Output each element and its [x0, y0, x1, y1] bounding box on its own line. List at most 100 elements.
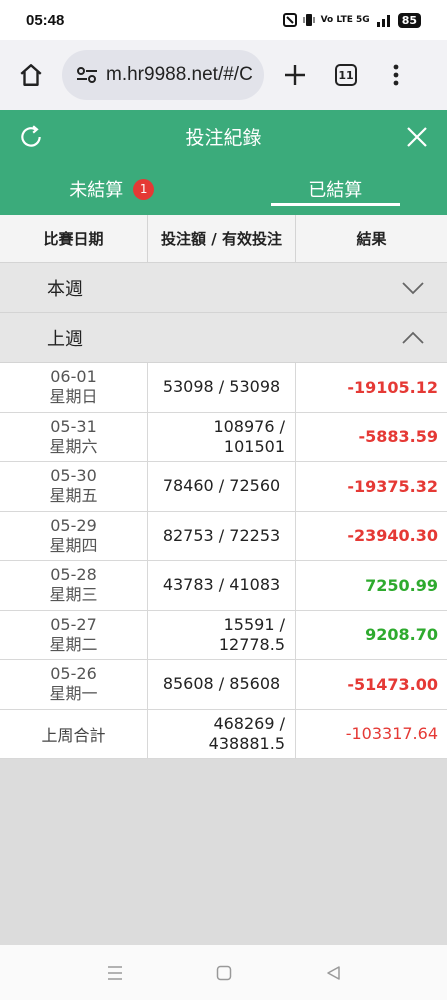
home-button[interactable]	[0, 40, 62, 110]
result-cell: -23940.30	[347, 526, 438, 546]
date-cell: 06-01 星期日	[0, 363, 148, 412]
date-cell: 05-26 星期一	[0, 660, 148, 709]
result-cell: -5883.59	[358, 427, 438, 447]
refresh-button[interactable]	[18, 124, 44, 150]
column-header-bet: 投注額 / 有效投注	[148, 215, 296, 262]
active-tab-indicator	[270, 203, 400, 206]
browser-toolbar: m.hr9988.net/#/C 11	[0, 40, 447, 110]
signal-icon	[376, 15, 390, 27]
row-bet-line2: 12778.5	[218, 634, 285, 654]
total-bet-line1: 468269 /	[213, 713, 285, 733]
row-date: 05-26	[50, 664, 97, 684]
tab-settled-label: 已結算	[308, 180, 363, 201]
row-weekday: 星期三	[49, 585, 98, 605]
chevron-down-icon	[402, 281, 424, 294]
table-row: 06-01 星期日 53098 / 53098 -19105.12	[0, 363, 447, 413]
back-nav-button[interactable]	[325, 965, 341, 981]
date-cell: 05-30 星期五	[0, 462, 148, 511]
close-button[interactable]	[405, 125, 429, 149]
row-weekday: 星期二	[49, 634, 98, 654]
result-cell: -19105.12	[347, 377, 438, 397]
app-header: 投注紀錄	[0, 110, 447, 163]
menu-icon	[108, 965, 123, 980]
row-weekday: 星期六	[49, 436, 98, 456]
plus-icon	[285, 65, 305, 85]
nfc-icon	[282, 13, 297, 27]
vibrate-icon	[303, 14, 315, 26]
settled-bets-table: 06-01 星期日 53098 / 53098 -19105.12 05-31 星期…	[0, 363, 447, 759]
this-week-section[interactable]: 本週	[0, 263, 447, 313]
table-row: 05-27 星期二 15591 /12778.5 9208.70	[0, 610, 447, 660]
total-label: 上周合計	[41, 725, 106, 745]
table-row: 05-29 星期四 82753 / 72253 -23940.30	[0, 511, 447, 561]
row-weekday: 星期五	[49, 486, 98, 506]
column-header-date: 比賽日期	[0, 215, 148, 262]
bet-cell: 108976 /101501	[148, 412, 296, 461]
row-date: 05-31	[50, 416, 97, 436]
this-week-label: 本週	[47, 278, 83, 300]
close-icon	[407, 126, 427, 147]
chevron-up-icon	[402, 331, 424, 344]
row-date: 05-27	[50, 614, 97, 634]
url-bar[interactable]: m.hr9988.net/#/C	[62, 50, 264, 100]
bet-cell: 85608 / 85608	[148, 660, 296, 709]
home-nav-button[interactable]	[216, 965, 232, 981]
browser-menu-button[interactable]	[366, 40, 426, 110]
table-row: 05-28 星期三 43783 / 41083 7250.99	[0, 561, 447, 611]
row-bet: 53098 / 53098	[162, 377, 281, 397]
table-row: 05-30 星期五 78460 / 72560 -19375.32	[0, 462, 447, 512]
row-weekday: 星期日	[49, 387, 98, 407]
bet-cell: 82753 / 72253	[148, 511, 296, 560]
row-bet-line2: 101501	[223, 436, 285, 456]
unsettled-count-badge: 1	[133, 178, 155, 200]
table-row: 05-31 星期六 108976 /101501 -5883.59	[0, 412, 447, 462]
status-icons: Vo LTE 5G 85	[282, 12, 421, 28]
last-week-section[interactable]: 上週	[0, 313, 447, 363]
result-cell: -51473.00	[347, 674, 438, 694]
tab-switcher-button[interactable]: 11	[326, 40, 366, 110]
result-cell: 7250.99	[365, 575, 438, 595]
tab-count: 11	[335, 64, 357, 86]
battery-level: 85	[397, 12, 421, 28]
row-date: 06-01	[50, 367, 97, 387]
new-tab-button[interactable]	[264, 40, 326, 110]
total-label-cell: 上周合計	[0, 709, 148, 758]
result-cell: -19375.32	[347, 476, 438, 496]
tab-settled[interactable]: 已結算	[224, 163, 447, 215]
row-bet: 82753 / 72253	[162, 525, 281, 545]
total-row: 上周合計 468269 /438881.5 -103317.64	[0, 709, 447, 759]
refresh-icon	[21, 124, 41, 147]
row-bet: 85608 / 85608	[162, 674, 281, 694]
home-icon	[20, 64, 42, 86]
more-vert-icon	[393, 64, 399, 86]
date-cell: 05-31 星期六	[0, 412, 148, 461]
recent-apps-button[interactable]	[106, 965, 124, 981]
table-row: 05-26 星期一 85608 / 85608 -51473.00	[0, 660, 447, 710]
row-bet-line1: 108976 /	[213, 416, 285, 436]
bet-cell: 53098 / 53098	[148, 363, 296, 412]
tab-unsettled-label: 未結算	[69, 180, 124, 201]
result-cell: 9208.70	[365, 625, 438, 645]
system-navigation-bar	[0, 945, 447, 1000]
date-cell: 05-28 星期三	[0, 561, 148, 610]
total-bet-line2: 438881.5	[208, 733, 285, 753]
status-time: 05:48	[26, 11, 65, 29]
page-title: 投注紀錄	[185, 127, 262, 149]
last-week-label: 上週	[47, 328, 83, 350]
url-text: m.hr9988.net/#/C	[106, 64, 253, 85]
row-weekday: 星期四	[49, 535, 98, 555]
column-header-result: 結果	[356, 230, 387, 248]
row-date: 05-29	[50, 515, 97, 535]
bet-cell: 15591 /12778.5	[148, 610, 296, 659]
total-bet-cell: 468269 /438881.5	[148, 709, 296, 758]
tab-unsettled[interactable]: 未結算 1	[0, 163, 224, 215]
site-settings-icon[interactable]	[76, 67, 98, 83]
table-header: 比賽日期 投注額 / 有效投注 結果	[0, 215, 447, 263]
row-bet: 43783 / 41083	[162, 575, 281, 595]
date-cell: 05-27 星期二	[0, 610, 148, 659]
tab-bar: 未結算 1 已結算	[0, 163, 447, 215]
row-bet-line1: 15591 /	[223, 614, 285, 634]
bet-cell: 78460 / 72560	[148, 462, 296, 511]
network-label: Vo LTE 5G	[320, 15, 370, 25]
status-bar: 05:48 Vo LTE 5G 85	[0, 0, 447, 40]
